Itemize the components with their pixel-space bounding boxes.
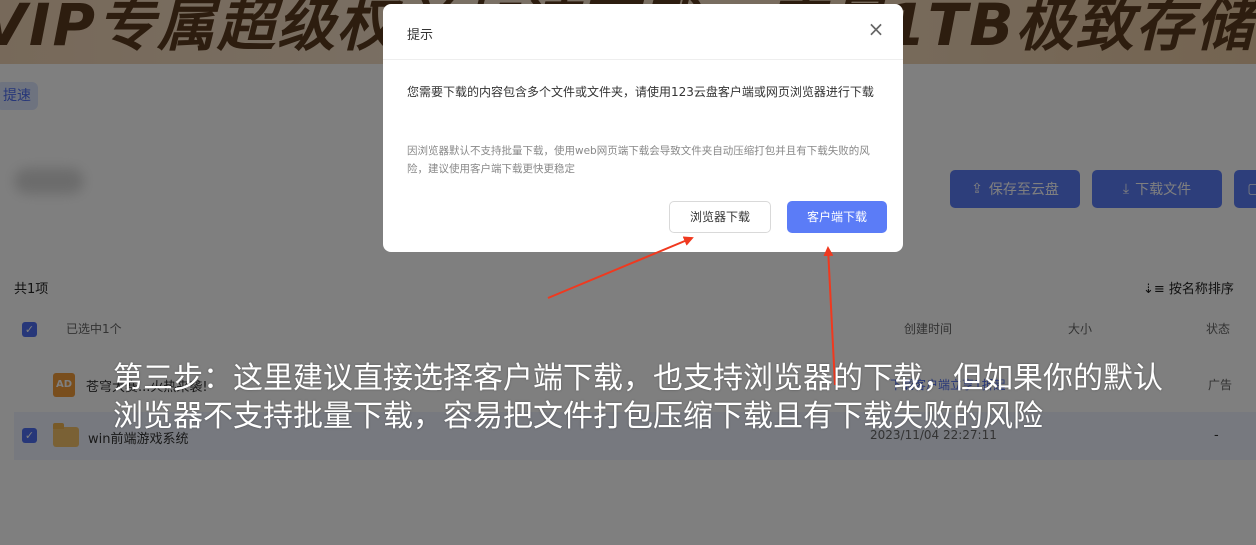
step-caption: 第三步：这里建议直接选择客户端下载，也支持浏览器的下载，但如果你的默认浏览器不支… bbox=[113, 361, 1163, 434]
arrow-to-browser-button bbox=[547, 236, 694, 299]
annotation-arrows bbox=[547, 236, 836, 386]
